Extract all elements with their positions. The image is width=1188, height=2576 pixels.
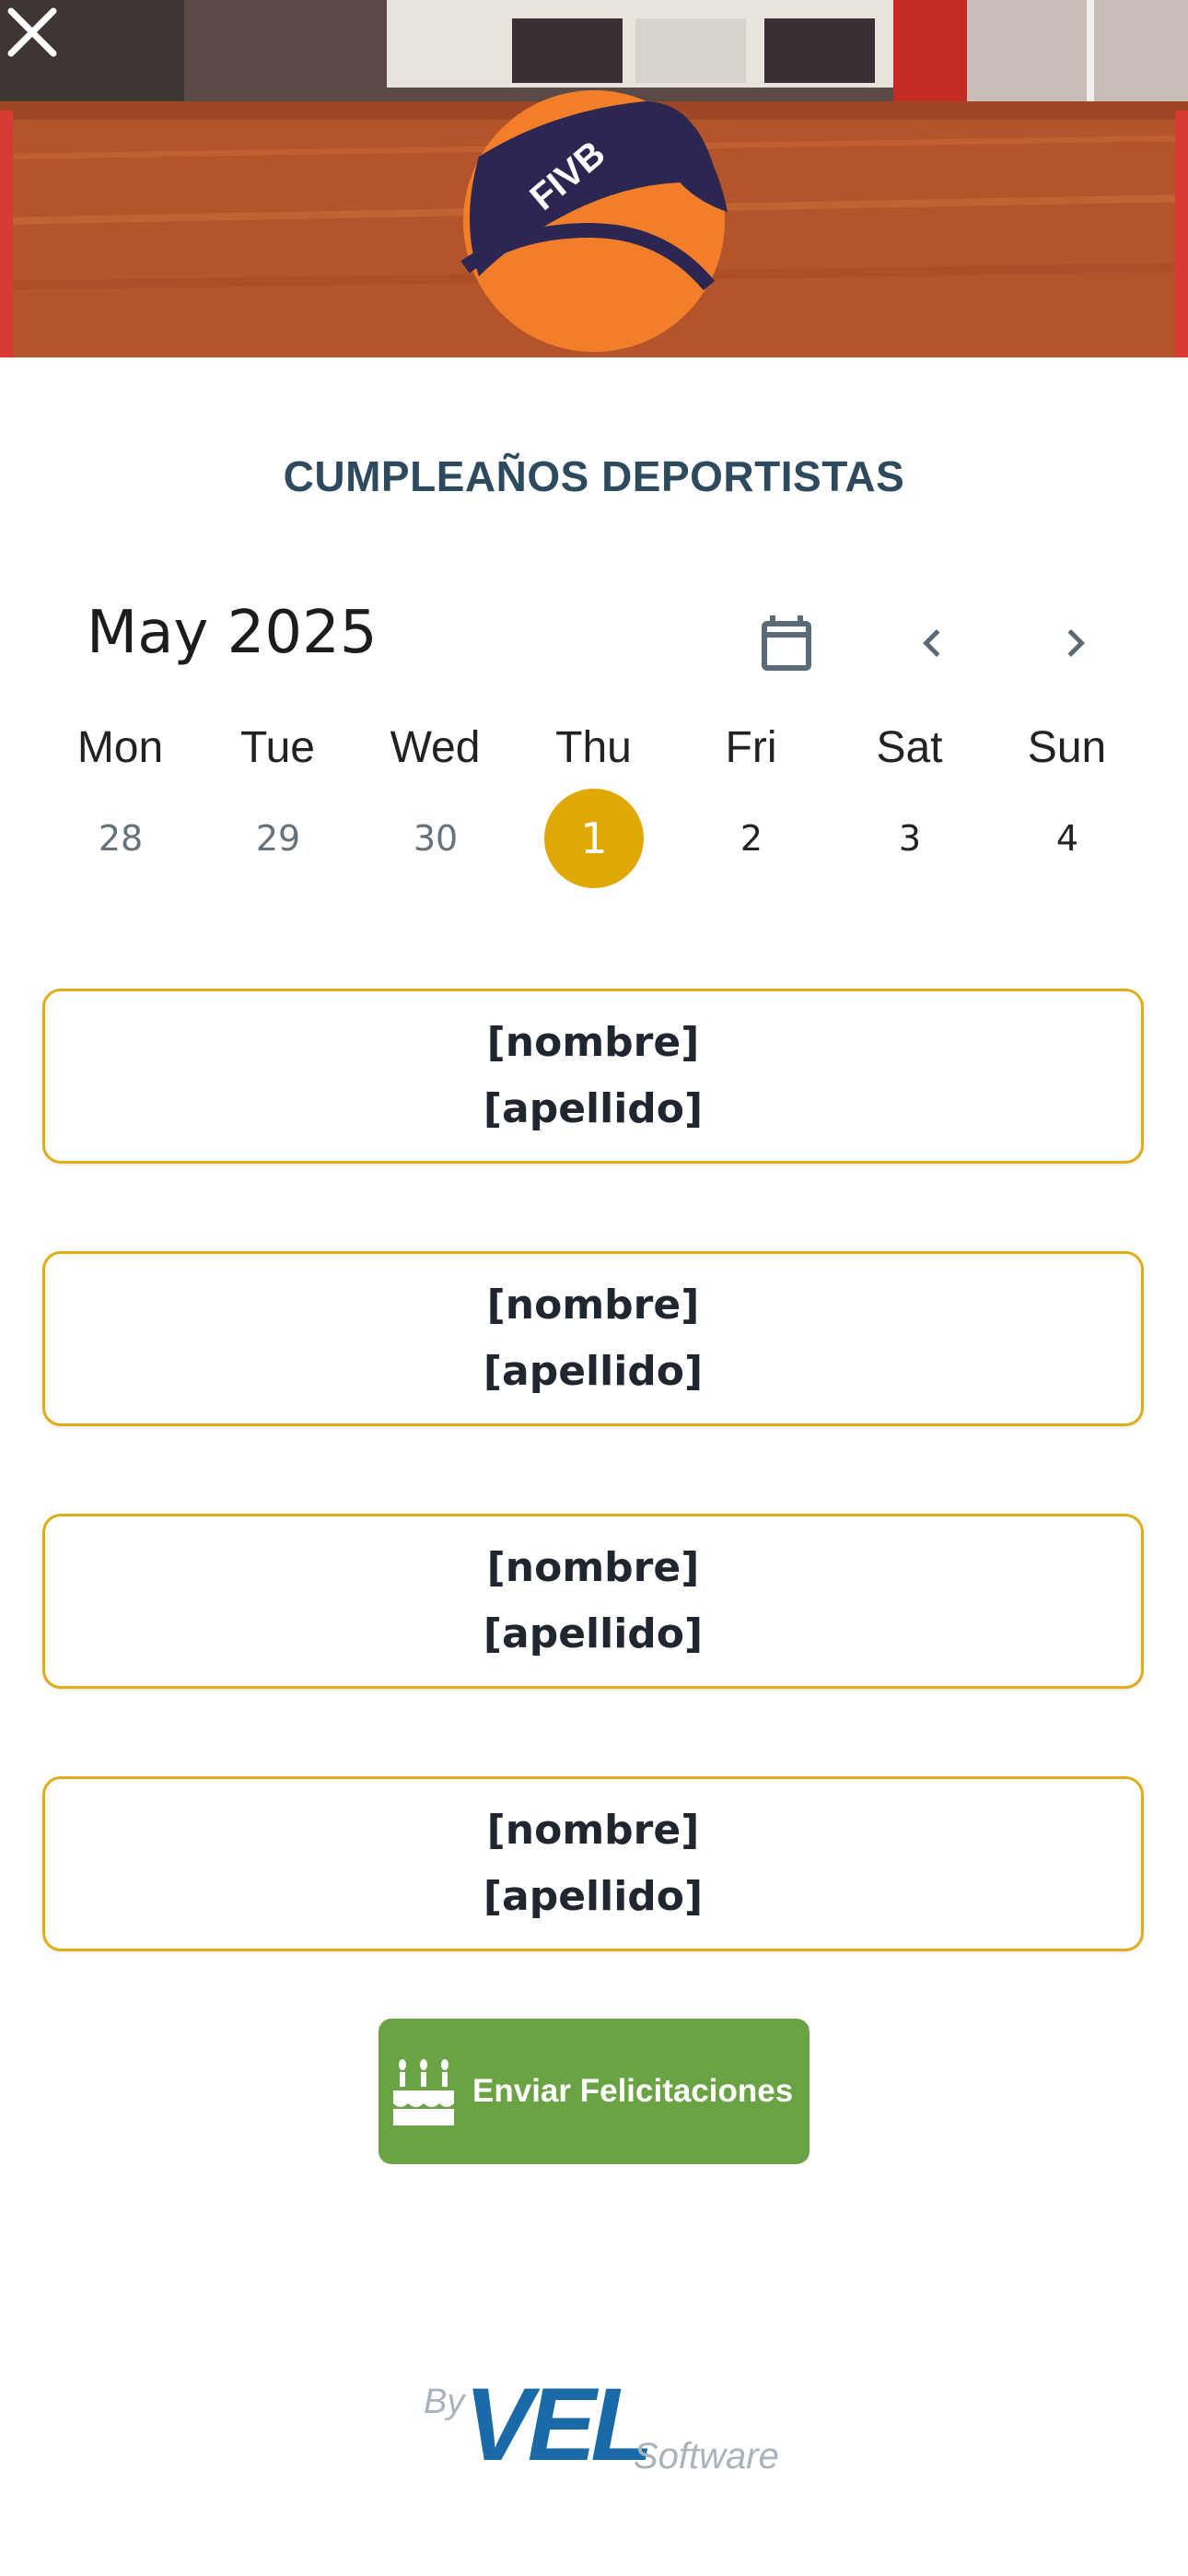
athlete-last-name: [apellido] bbox=[483, 1085, 704, 1132]
athlete-first-name: [nombre] bbox=[486, 1282, 700, 1329]
athlete-last-name: [apellido] bbox=[483, 1873, 704, 1920]
weekday-tue: Tue bbox=[240, 723, 315, 772]
send-congratulations-button[interactable]: Enviar Felicitaciones bbox=[379, 2019, 809, 2164]
day-cell[interactable]: 30 bbox=[386, 789, 485, 888]
weekday-mon: Mon bbox=[76, 723, 164, 772]
logo-by-text: By bbox=[424, 2383, 465, 2421]
weekday-fri: Fri bbox=[725, 723, 777, 772]
athlete-first-name: [nombre] bbox=[486, 1019, 700, 1066]
logo-software-text: Software bbox=[634, 2436, 779, 2476]
day-cell[interactable]: 28 bbox=[71, 789, 170, 888]
calendar-icon[interactable] bbox=[753, 610, 820, 676]
close-icon[interactable] bbox=[0, 0, 64, 64]
header-banner-image: FIVB bbox=[0, 0, 1188, 357]
calendar-month-label[interactable]: May 2025 bbox=[87, 599, 378, 667]
chevron-right-icon[interactable] bbox=[1048, 615, 1103, 671]
day-cell[interactable]: 29 bbox=[228, 789, 328, 888]
chevron-left-icon[interactable] bbox=[904, 615, 960, 671]
athlete-first-name: [nombre] bbox=[486, 1807, 700, 1854]
athlete-first-name: [nombre] bbox=[486, 1544, 700, 1591]
weekday-sun: Sun bbox=[1027, 723, 1107, 772]
weekday-wed: Wed bbox=[390, 723, 481, 772]
athlete-last-name: [apellido] bbox=[483, 1610, 704, 1657]
cake-icon bbox=[393, 2059, 454, 2125]
day-cell[interactable]: 3 bbox=[860, 789, 960, 888]
birthday-card[interactable]: [nombre] [apellido] bbox=[42, 1514, 1144, 1689]
volleyball-banner-art: FIVB bbox=[0, 0, 1188, 357]
weekday-header-row: Mon Tue Wed Thu Fri Sat Sun bbox=[0, 722, 1188, 787]
day-cell-selected[interactable]: 1 bbox=[544, 789, 644, 888]
day-cell[interactable]: 2 bbox=[702, 789, 801, 888]
logo-vel-text: VEL bbox=[464, 2367, 654, 2482]
weekday-sat: Sat bbox=[876, 723, 943, 772]
weekday-thu: Thu bbox=[555, 723, 632, 772]
day-cell[interactable]: 4 bbox=[1018, 789, 1117, 888]
vel-software-logo: By VEL Software bbox=[405, 2364, 792, 2484]
birthday-card[interactable]: [nombre] [apellido] bbox=[42, 1251, 1144, 1426]
page-title: CUMPLEAÑOS DEPORTISTAS bbox=[283, 452, 905, 500]
birthday-card[interactable]: [nombre] [apellido] bbox=[42, 1776, 1144, 1951]
week-day-row: 28 29 30 1 2 3 4 bbox=[0, 789, 1188, 890]
birthday-card[interactable]: [nombre] [apellido] bbox=[42, 989, 1144, 1164]
send-congratulations-label: Enviar Felicitaciones bbox=[472, 2073, 794, 2109]
athlete-last-name: [apellido] bbox=[483, 1348, 704, 1395]
